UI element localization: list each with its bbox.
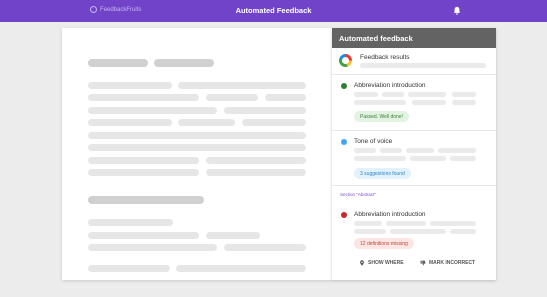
doc-heading-placeholder (88, 196, 204, 204)
feedback-item[interactable]: Abbreviation introduction 12 definitions… (332, 204, 496, 280)
text-placeholder (354, 100, 406, 105)
feedback-summary[interactable]: Feedback results (332, 48, 496, 75)
text-placeholder (382, 92, 404, 97)
text-line-placeholder (88, 132, 306, 139)
status-dot-icon (341, 139, 347, 145)
item-title: Tone of voice (354, 138, 393, 145)
text-line-placeholder (88, 219, 173, 226)
text-line-placeholder (88, 265, 170, 272)
section-label: Section "Abstract" (340, 192, 376, 197)
mark-incorrect-button[interactable]: MARK INCORRECT (420, 260, 475, 266)
doc-title-placeholder (88, 59, 148, 67)
status-dot-icon (341, 83, 347, 89)
text-placeholder (386, 221, 426, 226)
text-placeholder (408, 92, 446, 97)
text-placeholder (452, 100, 476, 105)
mark-incorrect-label: MARK INCORRECT (429, 260, 476, 266)
text-placeholder (354, 221, 382, 226)
text-line-placeholder (242, 119, 306, 126)
text-placeholder (410, 156, 446, 161)
text-line-placeholder (88, 144, 306, 151)
status-dot-icon (341, 212, 347, 218)
text-line-placeholder (178, 82, 306, 89)
text-line-placeholder (88, 119, 172, 126)
text-line-placeholder (88, 232, 199, 239)
text-line-placeholder (176, 265, 306, 272)
text-line-placeholder (88, 244, 217, 251)
text-placeholder (450, 156, 476, 161)
show-where-button[interactable]: SHOW WHERE (359, 260, 404, 266)
text-line-placeholder (206, 169, 306, 176)
bell-icon[interactable] (453, 6, 461, 15)
text-line-placeholder (265, 94, 306, 101)
text-line-placeholder (224, 244, 306, 251)
results-ring-icon (339, 54, 352, 67)
text-line-placeholder (206, 232, 260, 239)
text-line-placeholder (178, 119, 235, 126)
app-title: Automated Feedback (235, 6, 312, 15)
text-placeholder (354, 229, 386, 234)
feedback-item[interactable]: Tone of voice 3 suggestions found (332, 131, 496, 186)
status-chip: Passed. Well done! (354, 111, 409, 122)
text-placeholder (406, 148, 434, 153)
text-line-placeholder (224, 107, 306, 114)
text-line-placeholder (88, 157, 199, 164)
feedback-panel: Automated feedback Feedback results Abbr… (332, 28, 496, 280)
item-title: Abbreviation introduction (354, 82, 426, 89)
status-chip: 3 suggestions found (354, 168, 411, 179)
doc-title-placeholder (154, 59, 214, 67)
text-line-placeholder (206, 157, 306, 164)
text-line-placeholder (88, 94, 199, 101)
text-placeholder (452, 92, 476, 97)
text-placeholder (354, 148, 376, 153)
text-placeholder (438, 148, 476, 153)
text-placeholder (412, 100, 446, 105)
text-placeholder (390, 229, 446, 234)
text-placeholder (354, 156, 406, 161)
text-placeholder (354, 92, 378, 97)
summary-label: Feedback results (360, 54, 410, 61)
text-placeholder (380, 148, 402, 153)
text-line-placeholder (206, 94, 258, 101)
text-line-placeholder (88, 107, 217, 114)
panel-title: Automated feedback (332, 28, 496, 48)
show-where-label: SHOW WHERE (368, 260, 404, 266)
document-canvas[interactable] (62, 28, 332, 280)
location-pin-icon (360, 260, 364, 266)
text-line-placeholder (88, 169, 199, 176)
text-placeholder (430, 221, 476, 226)
thumbs-down-icon (420, 260, 426, 266)
feedback-item[interactable]: Abbreviation introduction Passed. Well d… (332, 75, 496, 131)
status-chip: 12 definitions missing (354, 238, 414, 249)
item-title: Abbreviation introduction (354, 211, 426, 218)
text-placeholder (450, 229, 476, 234)
text-line-placeholder (88, 82, 172, 89)
summary-placeholder (360, 63, 486, 68)
top-bar: FeedbackFruits Automated Feedback (0, 0, 547, 22)
